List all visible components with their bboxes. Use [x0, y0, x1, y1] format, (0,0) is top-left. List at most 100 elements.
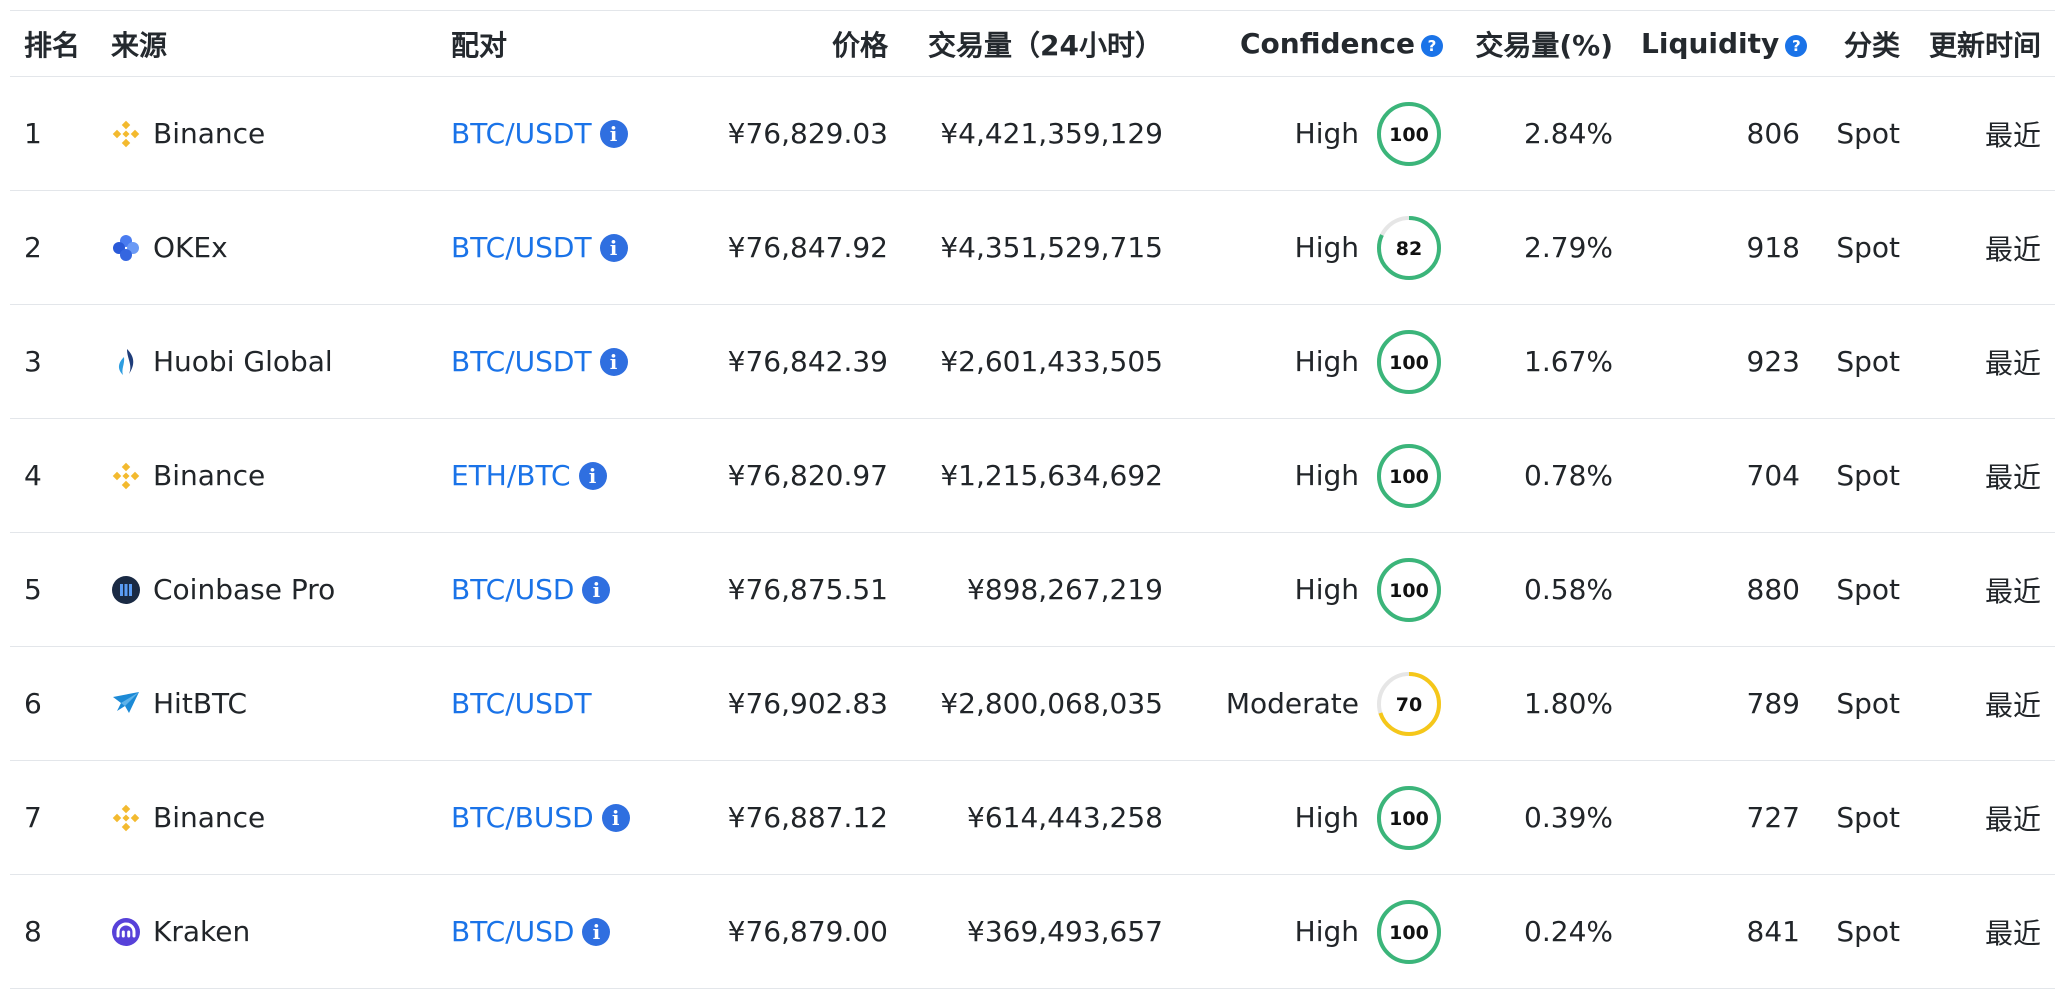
pair-link[interactable]: BTC/USD: [451, 915, 574, 948]
pair-link[interactable]: BTC/USDT: [451, 687, 592, 720]
info-icon[interactable]: i: [601, 804, 630, 832]
header-volume[interactable]: 交易量（24小时）: [902, 11, 1177, 77]
price-value: ¥76,820.97: [727, 459, 888, 492]
confidence-score-ring[interactable]: 100: [1375, 328, 1443, 396]
header-liquidity[interactable]: Liquidity?: [1627, 11, 1814, 77]
info-icon[interactable]: i: [582, 576, 611, 604]
source-cell[interactable]: Binance: [97, 77, 437, 191]
pair-link[interactable]: BTC/USDT: [451, 117, 592, 150]
price-cell: ¥76,902.83: [687, 647, 902, 761]
header-source[interactable]: 来源: [97, 11, 437, 77]
exchange-name[interactable]: Coinbase Pro: [153, 573, 335, 606]
hitbtc-icon: [111, 689, 141, 719]
liquidity-cell: 880: [1627, 533, 1814, 647]
info-icon[interactable]: i: [578, 462, 607, 490]
pair-link[interactable]: ETH/BTC: [451, 459, 571, 492]
source-cell[interactable]: Huobi Global: [97, 305, 437, 419]
confidence-label: High: [1294, 459, 1359, 492]
source-cell[interactable]: Coinbase Pro: [97, 533, 437, 647]
info-icon[interactable]: i: [582, 918, 611, 946]
pair-link[interactable]: BTC/USD: [451, 573, 574, 606]
liquidity-value: 727: [1746, 801, 1800, 834]
pair-link[interactable]: BTC/USDT: [451, 231, 592, 264]
exchange-name[interactable]: Kraken: [153, 915, 250, 948]
header-price[interactable]: 价格: [687, 11, 902, 77]
info-icon[interactable]: i: [599, 348, 628, 376]
source-cell[interactable]: HitBTC: [97, 647, 437, 761]
pair-link[interactable]: BTC/BUSD: [451, 801, 594, 834]
exchange-name[interactable]: HitBTC: [153, 687, 247, 720]
volume-pct-cell: 0.39%: [1457, 761, 1627, 875]
category-cell: Spot: [1814, 761, 1914, 875]
table-body: 1 Binance BTC/USDT i ¥76,829.03 ¥4,421,35…: [10, 77, 2055, 989]
volume-pct-cell: 2.84%: [1457, 77, 1627, 191]
confidence-score-ring[interactable]: 100: [1375, 784, 1443, 852]
source-cell[interactable]: Binance: [97, 761, 437, 875]
volume-value: ¥614,443,258: [967, 801, 1163, 834]
price-value: ¥76,847.92: [727, 231, 888, 264]
confidence-label: High: [1294, 231, 1359, 264]
exchange-name[interactable]: Binance: [153, 117, 265, 150]
table-row: 2 OKEx BTC/USDT i ¥76,847.92 ¥4,351,529,7…: [10, 191, 2055, 305]
confidence-cell: High 100: [1177, 533, 1457, 647]
confidence-score-ring[interactable]: 70: [1375, 670, 1443, 738]
pair-link[interactable]: BTC/USDT: [451, 345, 592, 378]
header-confidence[interactable]: Confidence?: [1177, 11, 1457, 77]
rank-cell: 1: [10, 77, 97, 191]
confidence-score-ring[interactable]: 100: [1375, 442, 1443, 510]
rank-value: 7: [24, 801, 42, 834]
volume-pct-cell: 0.78%: [1457, 419, 1627, 533]
confidence-score-ring[interactable]: 82: [1375, 214, 1443, 282]
svg-text:82: 82: [1396, 238, 1422, 260]
header-volume-pct[interactable]: 交易量(%): [1457, 11, 1627, 77]
table-row: 7 Binance BTC/BUSD i ¥76,887.12 ¥614,443,…: [10, 761, 2055, 875]
updated-value: 最近: [1984, 802, 2041, 836]
category-value: Spot: [1836, 459, 1900, 492]
header-category[interactable]: 分类: [1814, 11, 1914, 77]
pair-cell: BTC/USDT i: [437, 191, 687, 305]
rank-cell: 5: [10, 533, 97, 647]
exchange-name[interactable]: Huobi Global: [153, 345, 333, 378]
question-icon[interactable]: ?: [1785, 35, 1808, 57]
info-icon[interactable]: i: [599, 120, 628, 148]
updated-value: 最近: [1984, 460, 2041, 494]
binance-icon: [111, 119, 141, 149]
rank-value: 3: [24, 345, 42, 378]
confidence-score-ring[interactable]: 100: [1375, 100, 1443, 168]
category-cell: Spot: [1814, 419, 1914, 533]
category-value: Spot: [1836, 687, 1900, 720]
updated-value: 最近: [1984, 688, 2041, 722]
volume-cell: ¥1,215,634,692: [902, 419, 1177, 533]
svg-text:100: 100: [1389, 352, 1429, 374]
confidence-cell: Moderate 70: [1177, 647, 1457, 761]
volume-pct-value: 0.39%: [1524, 801, 1613, 834]
question-icon[interactable]: ?: [1421, 35, 1443, 57]
exchange-name[interactable]: Binance: [153, 459, 265, 492]
confidence-score-ring[interactable]: 100: [1375, 898, 1443, 966]
updated-cell: 最近: [1914, 305, 2055, 419]
rank-cell: 6: [10, 647, 97, 761]
liquidity-cell: 789: [1627, 647, 1814, 761]
price-cell: ¥76,842.39: [687, 305, 902, 419]
volume-cell: ¥4,351,529,715: [902, 191, 1177, 305]
source-cell[interactable]: Kraken: [97, 875, 437, 989]
source-cell[interactable]: Binance: [97, 419, 437, 533]
exchange-name[interactable]: OKEx: [153, 231, 228, 264]
price-cell: ¥76,879.00: [687, 875, 902, 989]
header-rank[interactable]: 排名: [10, 11, 97, 77]
updated-cell: 最近: [1914, 647, 2055, 761]
header-pair[interactable]: 配对: [437, 11, 687, 77]
liquidity-value: 704: [1746, 459, 1800, 492]
info-icon[interactable]: i: [599, 234, 628, 262]
volume-value: ¥2,800,068,035: [940, 687, 1163, 720]
price-cell: ¥76,820.97: [687, 419, 902, 533]
header-updated[interactable]: 更新时间: [1914, 11, 2055, 77]
price-value: ¥76,829.03: [727, 117, 888, 150]
price-cell: ¥76,829.03: [687, 77, 902, 191]
confidence-score-ring[interactable]: 100: [1375, 556, 1443, 624]
exchange-name[interactable]: Binance: [153, 801, 265, 834]
price-value: ¥76,887.12: [727, 801, 888, 834]
source-cell[interactable]: OKEx: [97, 191, 437, 305]
volume-pct-cell: 0.58%: [1457, 533, 1627, 647]
svg-text:100: 100: [1389, 922, 1429, 944]
